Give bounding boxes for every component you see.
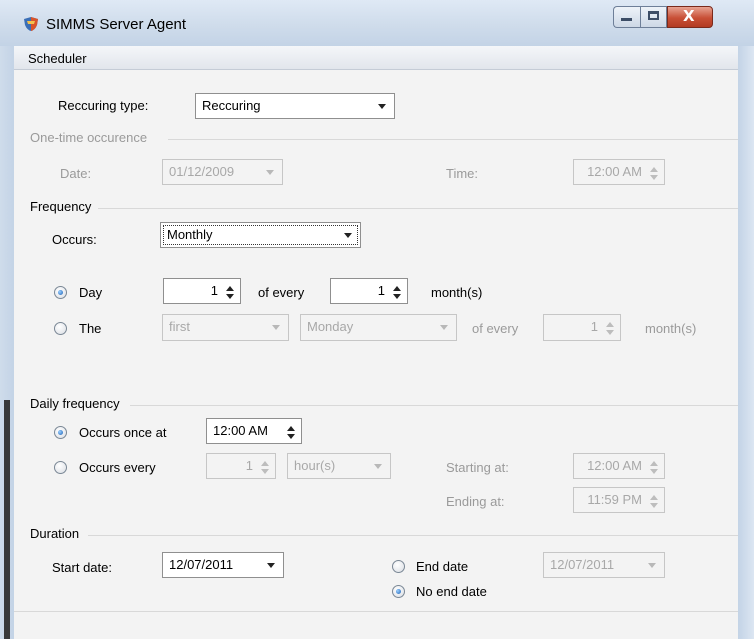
occurs-once-time-value: 12:00 AM	[213, 423, 268, 438]
section-divider	[88, 535, 738, 536]
one-time-date-picker[interactable]: 01/12/2009	[162, 159, 283, 185]
of-every-label-2: of every	[472, 321, 519, 336]
no-end-date-radio[interactable]	[392, 585, 405, 598]
end-date-value: 12/07/2011	[550, 557, 615, 572]
interval-unit-value: hour(s)	[294, 458, 336, 473]
the-option-label: The	[79, 321, 102, 336]
section-one-time: One-time occurence	[30, 130, 148, 145]
recurring-type-select[interactable]: Reccuring	[195, 93, 395, 119]
shield-icon	[24, 17, 38, 31]
spin-down-icon[interactable]	[261, 469, 269, 474]
section-divider	[98, 208, 738, 209]
end-date-label: End date	[416, 559, 469, 574]
footer-divider	[14, 611, 738, 612]
chevron-down-icon	[440, 325, 448, 330]
weekday-value: Monday	[307, 319, 354, 334]
spin-down-icon[interactable]	[226, 294, 234, 299]
menu-bar	[14, 46, 738, 70]
the-radio[interactable]	[54, 322, 67, 335]
occurs-once-radio[interactable]	[54, 426, 67, 439]
month-interval-value-2: 1	[590, 319, 598, 334]
day-radio[interactable]	[54, 286, 67, 299]
one-time-date-value: 01/12/2009	[169, 164, 235, 179]
ordinal-value: first	[169, 319, 190, 334]
section-duration: Duration	[30, 526, 80, 541]
interval-spinner[interactable]: 1	[206, 453, 276, 479]
spin-up-icon[interactable]	[650, 167, 658, 172]
month-interval-value: 1	[377, 283, 385, 298]
occurs-value: Monthly	[167, 227, 213, 242]
spin-up-icon[interactable]	[226, 286, 234, 291]
close-icon: X	[683, 7, 695, 25]
day-number-spinner[interactable]: 1	[163, 278, 241, 304]
day-number-value: 1	[210, 283, 218, 298]
start-date-value: 12/07/2011	[169, 557, 234, 572]
occurs-select[interactable]: Monthly	[160, 222, 361, 248]
interval-unit-select[interactable]: hour(s)	[287, 453, 391, 479]
one-time-time-spinner[interactable]: 12:00 AM	[573, 159, 665, 185]
end-date-radio[interactable]	[392, 560, 405, 573]
ordinal-select[interactable]: first	[162, 314, 289, 341]
no-end-date-label: No end date	[416, 584, 487, 599]
section-frequency: Frequency	[30, 199, 92, 214]
window-frame-shadow	[4, 400, 10, 639]
occurs-every-label: Occurs every	[79, 460, 156, 475]
of-every-label: of every	[258, 285, 305, 300]
chevron-down-icon	[378, 104, 386, 109]
spin-down-icon[interactable]	[650, 175, 658, 180]
starting-at-label: Starting at:	[446, 460, 509, 475]
minimize-icon	[621, 18, 632, 21]
time-label: Time:	[446, 166, 479, 181]
ending-at-value: 11:59 PM	[587, 492, 642, 507]
chevron-down-icon	[344, 233, 352, 238]
chevron-down-icon	[374, 464, 382, 469]
months-label: month(s)	[431, 285, 483, 300]
section-divider	[168, 139, 738, 140]
spin-up-icon[interactable]	[650, 495, 658, 500]
month-interval-spinner[interactable]: 1	[330, 278, 408, 304]
recurring-type-label: Reccuring type:	[58, 98, 149, 113]
month-interval-spinner-2[interactable]: 1	[543, 314, 621, 341]
spin-down-icon[interactable]	[650, 503, 658, 508]
window-frame-right	[738, 46, 754, 639]
menu-item-scheduler[interactable]: Scheduler	[28, 51, 87, 66]
section-divider	[130, 405, 738, 406]
spin-up-icon[interactable]	[650, 461, 658, 466]
end-date-picker[interactable]: 12/07/2011	[543, 552, 665, 578]
date-label: Date:	[60, 166, 92, 181]
occurs-every-radio[interactable]	[54, 461, 67, 474]
chevron-down-icon	[648, 563, 656, 568]
months-label-2: month(s)	[645, 321, 697, 336]
occurs-once-time-spinner[interactable]: 12:00 AM	[206, 418, 302, 444]
interval-value: 1	[245, 458, 253, 473]
spin-down-icon[interactable]	[606, 330, 614, 335]
maximize-icon	[648, 11, 659, 20]
chevron-down-icon	[267, 563, 275, 568]
ending-at-spinner[interactable]: 11:59 PM	[573, 487, 665, 513]
recurring-type-value: Reccuring	[202, 98, 261, 113]
day-option-label: Day	[79, 285, 103, 300]
minimize-button[interactable]	[613, 6, 640, 28]
starting-at-value: 12:00 AM	[587, 458, 642, 473]
spin-up-icon[interactable]	[393, 286, 401, 291]
spin-down-icon[interactable]	[650, 469, 658, 474]
window-title: SIMMS Server Agent	[46, 16, 187, 33]
ending-at-label: Ending at:	[446, 494, 505, 509]
spin-down-icon[interactable]	[393, 294, 401, 299]
one-time-time-value: 12:00 AM	[587, 164, 642, 179]
occurs-once-label: Occurs once at	[79, 425, 167, 440]
section-daily-frequency: Daily frequency	[30, 396, 120, 411]
spin-down-icon[interactable]	[287, 434, 295, 439]
spin-up-icon[interactable]	[261, 461, 269, 466]
starting-at-spinner[interactable]: 12:00 AM	[573, 453, 665, 479]
spin-up-icon[interactable]	[606, 322, 614, 327]
occurs-label: Occurs:	[52, 232, 97, 247]
start-date-picker[interactable]: 12/07/2011	[162, 552, 284, 578]
weekday-select[interactable]: Monday	[300, 314, 457, 341]
start-date-label: Start date:	[52, 560, 112, 575]
chevron-down-icon	[272, 325, 280, 330]
spin-up-icon[interactable]	[287, 426, 295, 431]
chevron-down-icon	[266, 170, 274, 175]
